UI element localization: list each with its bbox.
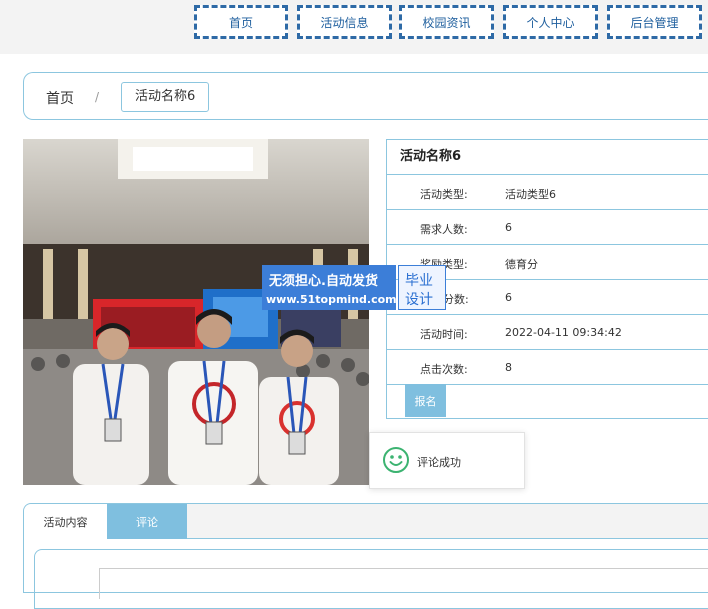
detail-row-key: 分数: (443, 293, 469, 306)
breadcrumb-home-link[interactable]: 首页 (46, 88, 74, 108)
toast-text: 评论成功 (417, 456, 461, 469)
detail-row-value: 6 (505, 221, 512, 234)
activity-photo (23, 139, 369, 485)
detail-row-value: 活动类型6 (505, 188, 556, 201)
detail-row-key: 活动类型: (420, 188, 468, 201)
tab-strip: 活动内容 评论 (24, 504, 708, 539)
watermark-text-1: 无须担心.自动发货 (269, 274, 378, 289)
signup-button[interactable]: 报名 (405, 384, 446, 417)
breadcrumb: 首页 / 活动名称6 (23, 72, 708, 120)
watermark-left: 无须担心.自动发货 www.51topmind.com (262, 265, 397, 310)
comment-input-area[interactable] (99, 568, 708, 599)
nav-personal-center[interactable]: 个人中心 (503, 5, 598, 39)
nav-activity-info[interactable]: 活动信息 (297, 5, 392, 39)
watermark-text-2: www.51topmind.com (266, 293, 397, 306)
breadcrumb-separator: / (95, 90, 100, 104)
detail-row-type: 活动类型: 活动类型6 (387, 175, 708, 210)
tab-content-area (34, 549, 708, 609)
detail-row-key: 点击次数: (420, 363, 468, 376)
watermark-right: 毕业 设计 (398, 265, 446, 310)
detail-row-value: 8 (505, 361, 512, 374)
detail-row-click-count: 点击次数: 8 (387, 350, 708, 385)
detail-row-value: 德育分 (505, 258, 538, 271)
detail-row-activity-time: 活动时间: 2022-04-11 09:34:42 (387, 315, 708, 350)
nav-admin[interactable]: 后台管理 (607, 5, 702, 39)
detail-row-required-count: 需求人数: 6 (387, 210, 708, 245)
content-tabs-panel: 活动内容 评论 (23, 503, 708, 609)
detail-row-value: 2022-04-11 09:34:42 (505, 326, 622, 339)
nav-home[interactable]: 首页 (194, 5, 288, 39)
toast-message: 评论成功 (369, 432, 525, 489)
activity-title: 活动名称6 (387, 140, 708, 175)
tab-activity-content[interactable]: 活动内容 (24, 504, 107, 539)
watermark-text-3: 毕业 (405, 273, 433, 289)
nav-campus-news[interactable]: 校园资讯 (399, 5, 494, 39)
smile-icon (382, 446, 410, 478)
tab-comments[interactable]: 评论 (107, 504, 187, 539)
detail-row-value: 6 (505, 291, 512, 304)
breadcrumb-current: 活动名称6 (121, 82, 210, 112)
watermark-badge: 无须担心.自动发货 www.51topmind.com 毕业 设计 (262, 265, 446, 310)
detail-row-key: 活动时间: (420, 328, 468, 341)
detail-row-key: 需求人数: (420, 223, 468, 236)
top-navigation-bar: 首页 活动信息 校园资讯 个人中心 后台管理 (0, 0, 708, 54)
watermark-text-4: 设计 (405, 292, 433, 308)
